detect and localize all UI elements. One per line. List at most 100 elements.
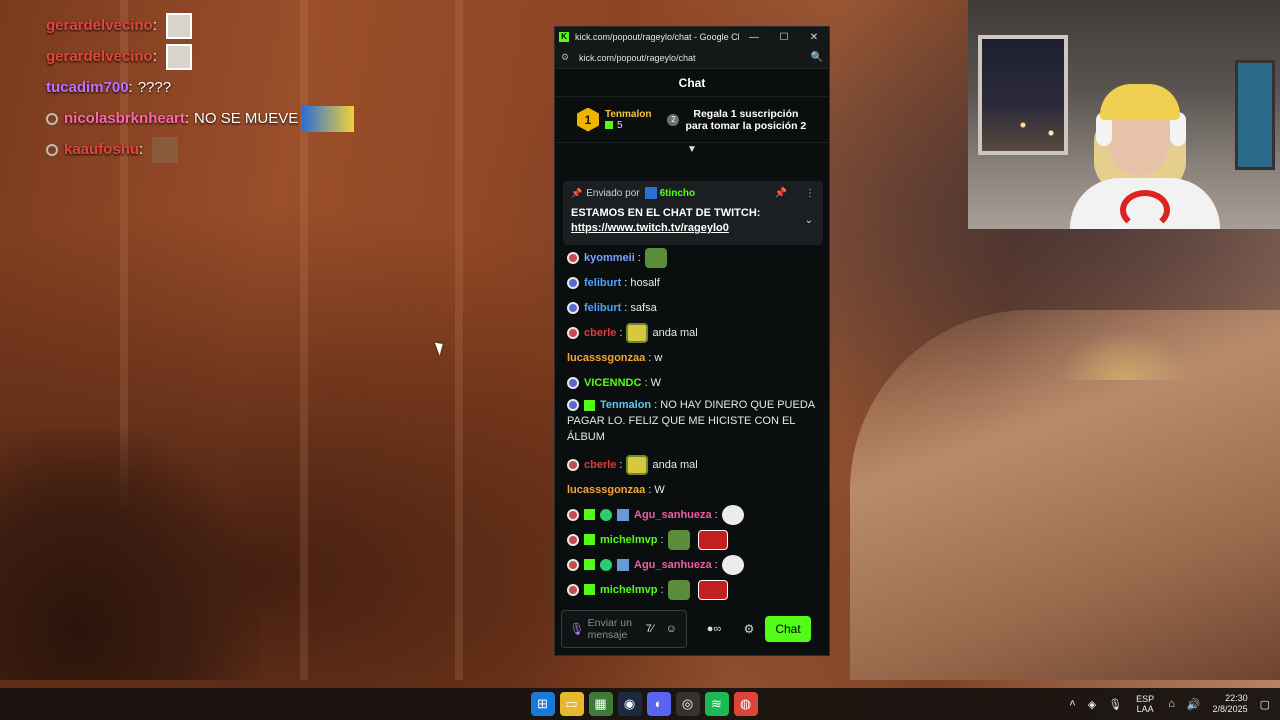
more-options-icon[interactable]: ⋮ <box>805 188 815 199</box>
clock[interactable]: 22:30 2/8/2025 <box>1213 693 1248 715</box>
overlay-separator: : <box>152 17 157 34</box>
chat-message: feliburt: safsa <box>567 295 823 320</box>
box-emote <box>697 579 728 600</box>
language-indicator[interactable]: ESP LAA <box>1136 694 1154 714</box>
spotify-icon[interactable]: ≋ <box>704 692 729 716</box>
site-info-icon[interactable]: ⚙ <box>561 52 571 63</box>
chat-username[interactable]: Agu_sanhueza <box>634 507 712 523</box>
overlay-badge-icon <box>46 143 58 156</box>
overlay-emote <box>165 12 192 39</box>
chat-username[interactable]: cberle <box>584 457 616 473</box>
chat-username[interactable]: lucasssgonzaa <box>567 482 645 498</box>
windows-start-icon[interactable]: ⊞ <box>530 692 555 716</box>
overlay-emote <box>302 105 355 132</box>
user-badge-icon <box>567 301 579 314</box>
box-emote <box>697 529 728 550</box>
chat-username[interactable]: michelmvp <box>600 532 657 548</box>
sub-gifter-badge-icon <box>584 509 595 520</box>
volume-icon[interactable]: 🔊 <box>1187 698 1201 711</box>
emoji-icon[interactable]: ☺ <box>660 623 682 635</box>
send-chat-button[interactable]: Chat <box>765 616 811 642</box>
microphone-icon[interactable]: 🎙 <box>566 622 588 636</box>
chat-username[interactable]: feliburt <box>584 275 621 291</box>
chevron-up-icon[interactable]: ˄ <box>1069 698 1075 710</box>
user-badge-icon <box>567 558 579 571</box>
chat-text: W <box>650 376 661 389</box>
spongebob-emote <box>626 454 649 475</box>
unpin-icon[interactable]: 📌 <box>775 188 787 199</box>
chat-username[interactable]: Tenmalon <box>600 399 651 411</box>
chat-input[interactable]: 🎙 Enviar un mensaje 7⁄ ☺ <box>561 610 687 648</box>
minimize-button[interactable]: — <box>739 32 769 43</box>
window-titlebar[interactable]: K kick.com/popout/rageylo/chat - Google … <box>555 27 829 47</box>
overlay-separator: : <box>139 141 144 158</box>
kicks-icon[interactable]: ●∞ <box>697 623 731 635</box>
stream-overlay-chat: gerardelvecino: gerardelvecino: tucadim7… <box>46 10 355 165</box>
user-badge-icon <box>567 326 579 339</box>
pinned-message[interactable]: 📌 Enviado por 6tincho 📌 ⋮ ESTAMOS EN EL … <box>563 181 823 245</box>
chat-username[interactable]: michelmvp <box>600 582 657 598</box>
pinned-link[interactable]: https://www.twitch.tv/rageylo0 <box>571 222 815 234</box>
windows-taskbar: ⊞ ▭ ▦ ◉ ◐ ◎ ≋ ◍ ˄ ◈ 🎙 ESP LAA ⌂ 🔊 22:30 … <box>0 688 1280 720</box>
chat-input-placeholder[interactable]: Enviar un mensaje <box>588 617 639 641</box>
overlay-username: gerardelvecino <box>46 48 153 65</box>
chat-username[interactable]: Agu_sanhueza <box>634 557 712 573</box>
overlay-username: nicolasbrknheart <box>64 110 185 127</box>
chevron-down-icon[interactable]: ⌄ <box>805 215 813 226</box>
close-button[interactable]: ✕ <box>799 32 829 43</box>
collapse-leaderboard-icon[interactable]: ▼ <box>555 143 829 157</box>
pinned-sent-by: Enviado por <box>586 187 640 199</box>
file-explorer-icon[interactable]: ▭ <box>559 692 584 716</box>
network-icon[interactable]: ⌂ <box>1168 698 1175 710</box>
chat-message: cberle: anda mal <box>567 452 823 477</box>
language-code: ESP <box>1136 694 1155 704</box>
chat-username[interactable]: VICENNDC <box>584 375 641 391</box>
shield-icon[interactable]: ◈ <box>1088 698 1096 711</box>
user-badge-icon <box>567 583 579 596</box>
notification-icon[interactable]: ▢ <box>1260 698 1270 711</box>
chat-username[interactable]: kyommeii <box>584 250 635 266</box>
chat-header: Chat <box>555 69 829 97</box>
microphone-icon[interactable]: 🎙 <box>1108 698 1122 711</box>
pin-icon: 📌 <box>571 187 583 198</box>
overlay-separator: : <box>128 79 133 96</box>
mouse-cursor-icon <box>434 340 447 356</box>
sub-gifter-badge-icon <box>584 559 595 570</box>
pinned-header: 📌 Enviado por 6tincho 📌 ⋮ <box>571 185 815 201</box>
kick-emotes-icon[interactable]: 7⁄ <box>639 623 661 635</box>
cta-line-2: para tomar la posición 2 <box>685 119 807 132</box>
chat-text: safsa <box>630 301 657 314</box>
webcam-feed <box>968 0 1280 229</box>
overlay-username: tucadim700 <box>46 79 129 96</box>
chat-username[interactable]: lucasssgonzaa <box>567 350 645 366</box>
address-bar[interactable]: ⚙ kick.com/popout/rageylo/chat 🔍 <box>555 47 829 69</box>
chat-message: VICENNDC: W <box>567 370 823 395</box>
webcam-shirt-logo <box>1120 190 1170 229</box>
gift-leaderboard[interactable]: 1 Tenmalon 5 2 Regala 1 suscripción para… <box>555 97 829 143</box>
gear-icon[interactable]: ⚙ <box>737 622 761 636</box>
wallpaper-streak <box>455 0 463 680</box>
taskbar-apps: ⊞ ▭ ▦ ◉ ◐ ◎ ≋ ◍ <box>528 692 760 716</box>
obs-icon[interactable]: ◎ <box>675 692 700 716</box>
discord-icon[interactable]: ◐ <box>646 692 671 716</box>
url-text[interactable]: kick.com/popout/rageylo/chat <box>579 53 811 63</box>
maximize-button[interactable]: ☐ <box>769 32 799 43</box>
steam-icon[interactable]: ◉ <box>617 692 642 716</box>
zoom-icon[interactable]: 🔍 <box>811 52 823 63</box>
webcam-cap <box>1100 84 1180 120</box>
window-title: kick.com/popout/rageylo/chat - Google Ch… <box>575 32 739 42</box>
pinned-username[interactable]: 6tincho <box>660 188 775 199</box>
sub-gifter-badge-icon <box>584 534 595 545</box>
app-icon[interactable]: ▦ <box>588 692 613 716</box>
leaderboard-top-user[interactable]: Tenmalon 5 <box>605 109 651 131</box>
chat-username[interactable]: cberle <box>584 325 616 341</box>
wallpaper-grass <box>1060 330 1190 380</box>
chat-username[interactable]: feliburt <box>584 300 621 316</box>
chrome-icon[interactable]: ◍ <box>733 692 758 716</box>
sub-badge-icon <box>617 558 629 571</box>
user-badge-icon <box>567 458 579 471</box>
leaderboard-username: Tenmalon <box>605 108 652 120</box>
chat-message: cberle: anda mal <box>567 320 823 345</box>
leaderboard-cta[interactable]: Regala 1 suscripción para tomar la posic… <box>685 108 806 132</box>
chat-message: Agu_sanhueza: <box>567 552 823 577</box>
